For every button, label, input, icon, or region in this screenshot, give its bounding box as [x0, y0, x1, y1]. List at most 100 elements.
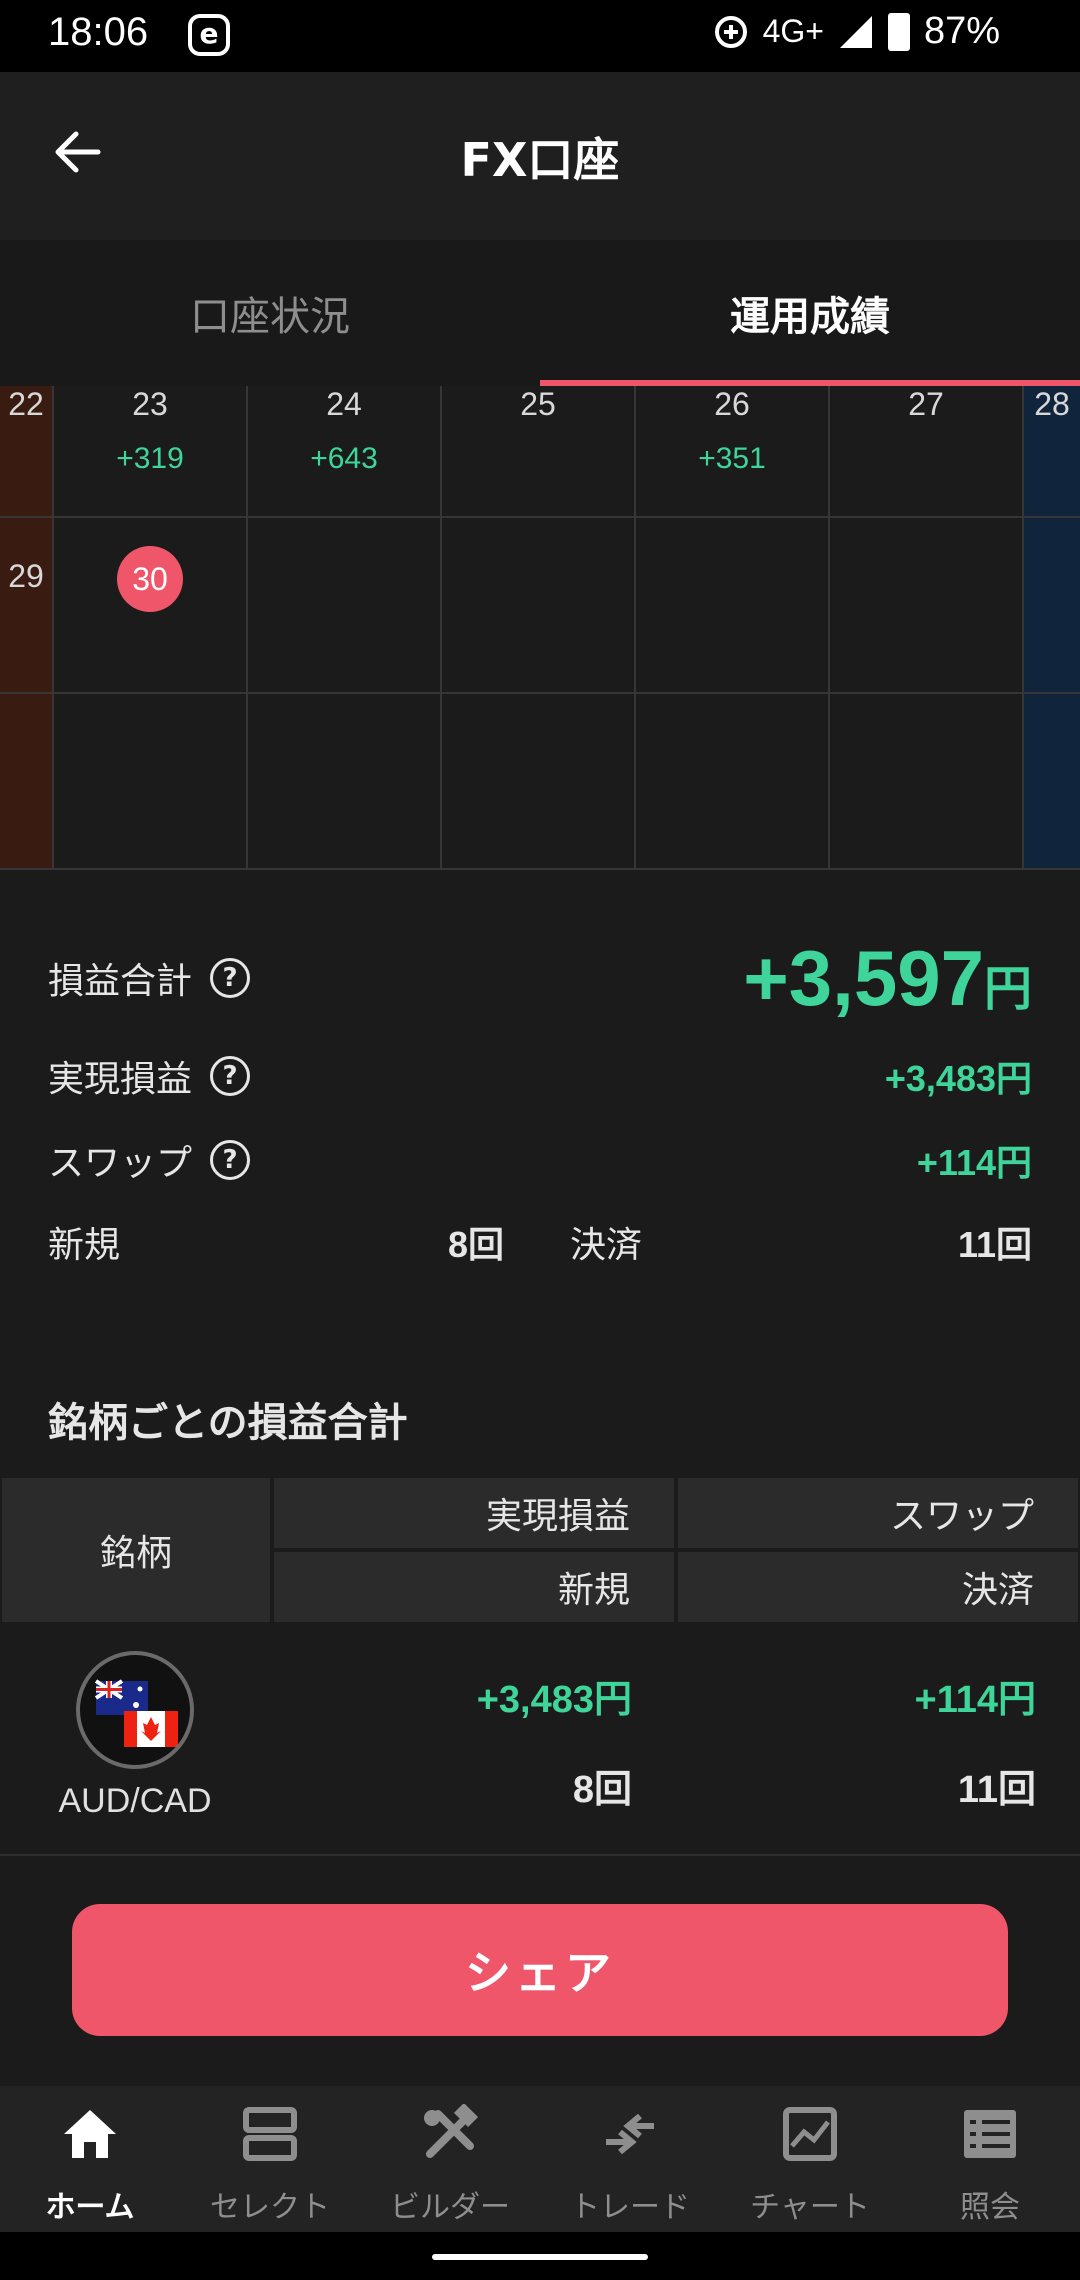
share-button[interactable]: シェア [72, 1904, 1008, 2036]
calendar-day-empty [442, 518, 636, 694]
calendar-day-number: 27 [908, 386, 944, 422]
header-new: 新規 [272, 1550, 676, 1624]
status-time: 18:06 [48, 10, 149, 54]
calendar-day-number: 29 [8, 558, 44, 594]
today-marker: 30 [117, 546, 183, 612]
new-count: 8回 [448, 1224, 505, 1265]
settle-label: 決済 [570, 1225, 643, 1266]
swap-label: スワップ [48, 1143, 193, 1184]
calendar-day[interactable]: 26 +351 [636, 386, 830, 518]
row-new: 8回 [572, 1769, 632, 1811]
calendar-day[interactable]: 23 +319 [54, 386, 248, 518]
nav-home[interactable]: ホーム [0, 2086, 180, 2232]
section-title: 銘柄ごとの損益合計 [48, 1400, 408, 1446]
calendar-day-sun-empty [0, 694, 54, 870]
realized-pnl-label: 実現損益 [48, 1059, 193, 1100]
calendar-day-sun[interactable]: 22 [0, 386, 54, 518]
realized-pnl-row: 実現損益 ? +3,483円 [48, 1046, 1032, 1106]
header-settle: 決済 [676, 1550, 1080, 1624]
home-icon [64, 2110, 116, 2158]
nav-label: ビルダー [390, 2190, 510, 2225]
data-saver-icon [714, 15, 747, 48]
e-badge-icon: e [188, 14, 230, 56]
new-label: 新規 [48, 1225, 121, 1266]
calendar-day-number: 24 [326, 386, 362, 422]
nav-label: トレード [570, 2190, 690, 2225]
gesture-bar [0, 2232, 1080, 2280]
calendar-day-number: 28 [1034, 386, 1070, 422]
calendar-day-sun[interactable]: 29 [0, 518, 54, 694]
aud-cad-flag-icon [76, 1651, 194, 1769]
nav-select[interactable]: セレクト [180, 2086, 360, 2232]
swap-row: スワップ ? +114円 [48, 1130, 1032, 1190]
calendar-day-empty [248, 694, 442, 870]
help-icon[interactable]: ? [210, 1140, 251, 1180]
row-realized: +3,483円 [476, 1679, 632, 1721]
header-swap: スワップ [676, 1476, 1080, 1550]
calendar-day[interactable]: 25 [442, 386, 636, 518]
realized-pnl-value: +3,483円 [884, 1058, 1032, 1099]
calendar-day-number: 26 [714, 386, 750, 422]
row-swap: +114円 [914, 1679, 1037, 1721]
calendar-day-pnl: +643 [310, 442, 378, 475]
app-header: FX口座 [0, 72, 1080, 240]
chart-icon [783, 2107, 837, 2161]
signal-icon [839, 15, 872, 48]
list-icon [964, 2110, 1016, 2158]
calendar-day-pnl: +319 [116, 442, 184, 475]
calendar-day[interactable]: 24 +643 [248, 386, 442, 518]
calendar-day-empty [636, 694, 830, 870]
calendar-day-pnl: +351 [698, 442, 766, 475]
calendar-day-empty [54, 694, 248, 870]
settle-count: 11回 [957, 1224, 1032, 1265]
builder-icon [424, 2104, 479, 2158]
nav-trade[interactable]: トレード [540, 2086, 720, 2232]
status-indicators: 4G+ 87% [713, 10, 1000, 53]
total-pnl-label: 損益合計 [48, 961, 193, 1002]
calendar-day-empty [830, 518, 1024, 694]
total-pnl-unit: 円 [983, 962, 1032, 1016]
battery-percent: 87% [923, 10, 1000, 52]
trade-count-row: 新規 8回 決済 11回 [48, 1216, 1032, 1276]
calendar-day-sat-empty [1024, 694, 1080, 870]
calendar-day-empty [248, 518, 442, 694]
calendar-day-empty [636, 518, 830, 694]
calendar-day-number: 25 [520, 386, 556, 422]
calendar-day-empty [830, 694, 1024, 870]
calendar-day-number: 22 [8, 386, 44, 422]
help-icon[interactable]: ? [210, 958, 251, 998]
battery-icon [887, 12, 910, 51]
header-symbol: 銘柄 [0, 1476, 272, 1624]
calendar-day-number: 23 [132, 386, 168, 422]
calendar-day[interactable]: 27 [830, 386, 1024, 518]
calendar-day-sat[interactable]: 28 [1024, 386, 1080, 518]
pnl-calendar: 22 23 +319 24 +643 25 26 +351 27 28 29 3… [0, 386, 1080, 870]
tab-account-status[interactable]: 口座状況 [0, 240, 540, 386]
total-pnl-row: 損益合計 ? +3,597円 [48, 928, 1032, 1028]
tab-bar: 口座状況 運用成績 [0, 240, 1080, 386]
nav-label: 照会 [960, 2190, 1020, 2225]
swap-value: +114円 [916, 1142, 1032, 1183]
select-icon [243, 2107, 297, 2161]
total-pnl-label-group: 損益合計 ? [48, 952, 251, 1004]
nav-label: セレクト [210, 2190, 330, 2225]
calendar-day-empty [442, 694, 636, 870]
calendar-day-sat-empty [1024, 518, 1080, 694]
tab-performance[interactable]: 運用成績 [540, 240, 1080, 386]
realized-pnl-label-group: 実現損益 ? [48, 1050, 251, 1102]
pair-name: AUD/CAD [58, 1782, 212, 1820]
help-icon[interactable]: ? [210, 1056, 251, 1096]
status-bar: 18:06 e 4G+ 87% [0, 0, 1080, 72]
calendar-day-today[interactable]: 30 [54, 518, 248, 694]
bottom-nav: ホーム セレクト ビルダー トレード チャート 照会 [0, 2086, 1080, 2232]
network-type: 4G+ [762, 13, 824, 49]
nav-chart[interactable]: チャート [720, 2086, 900, 2232]
swap-label-group: スワップ ? [48, 1134, 251, 1186]
trade-icon [606, 2113, 654, 2155]
nav-builder[interactable]: ビルダー [360, 2086, 540, 2232]
nav-inquiry[interactable]: 照会 [900, 2086, 1080, 2232]
table-divider [0, 1854, 1080, 1856]
page-title: FX口座 [460, 133, 620, 187]
home-indicator[interactable] [432, 2254, 648, 2260]
header-realized: 実現損益 [272, 1476, 676, 1550]
